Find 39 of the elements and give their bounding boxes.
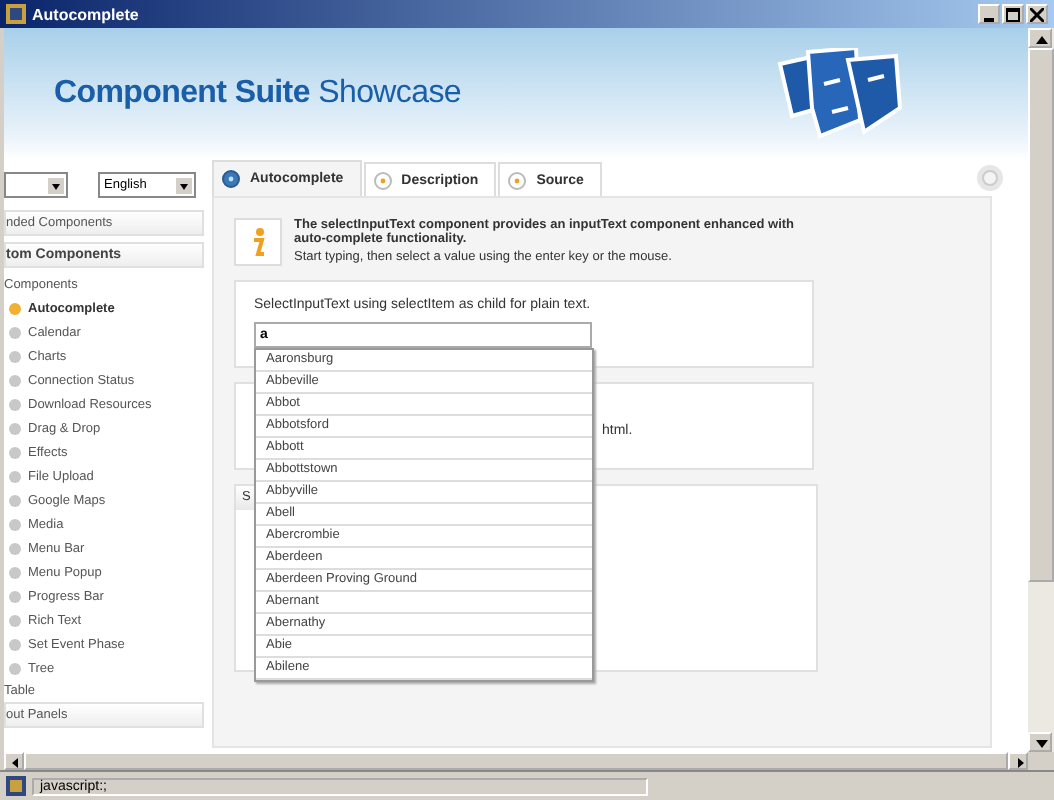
- bullet-icon: [8, 589, 22, 603]
- close-button[interactable]: [1026, 4, 1048, 24]
- scroll-left-button[interactable]: [4, 752, 24, 770]
- bullet-icon: [8, 469, 22, 483]
- bullet-icon: [8, 325, 22, 339]
- window-title: Autocomplete: [32, 5, 139, 23]
- tab-icon: [222, 170, 240, 188]
- info-glyph-icon: [248, 226, 268, 258]
- showcase-title: Component Suite Showcase: [54, 76, 462, 112]
- bullet-icon: [8, 445, 22, 459]
- bullet-icon: [8, 541, 22, 555]
- scroll-up-button[interactable]: [1028, 28, 1052, 48]
- dropdown-arrow-icon: [48, 177, 64, 193]
- vertical-scrollbar[interactable]: [1028, 28, 1054, 752]
- maximize-button[interactable]: [1002, 4, 1024, 24]
- scroll-down-button[interactable]: [1028, 732, 1052, 752]
- bullet-icon: [8, 349, 22, 363]
- bullet-icon: [8, 397, 22, 411]
- bullet-icon: [8, 373, 22, 387]
- bullet-icon: [8, 565, 22, 579]
- scroll-right-button[interactable]: [1008, 752, 1028, 770]
- app-icon: [6, 4, 26, 24]
- bullet-icon: [8, 517, 22, 531]
- page-icon: [6, 776, 26, 796]
- scroll-thumb[interactable]: [1028, 48, 1054, 582]
- dropdown-select[interactable]: [4, 172, 68, 198]
- faces-logo-icon: [776, 48, 908, 140]
- bullet-icon: [8, 493, 22, 507]
- bullet-icon: [8, 637, 22, 651]
- bullet-icon: [8, 421, 22, 435]
- bullet-icon: [8, 301, 22, 315]
- bullet-icon: [8, 613, 22, 627]
- dropdown-arrow-icon: [176, 177, 192, 193]
- bullet-icon: [8, 661, 22, 675]
- tab-icon: [373, 171, 392, 189]
- close-icon: [1030, 7, 1044, 21]
- tab-icon: [508, 171, 527, 189]
- maximize-icon: [1006, 7, 1020, 21]
- minimize-button[interactable]: [978, 4, 1000, 24]
